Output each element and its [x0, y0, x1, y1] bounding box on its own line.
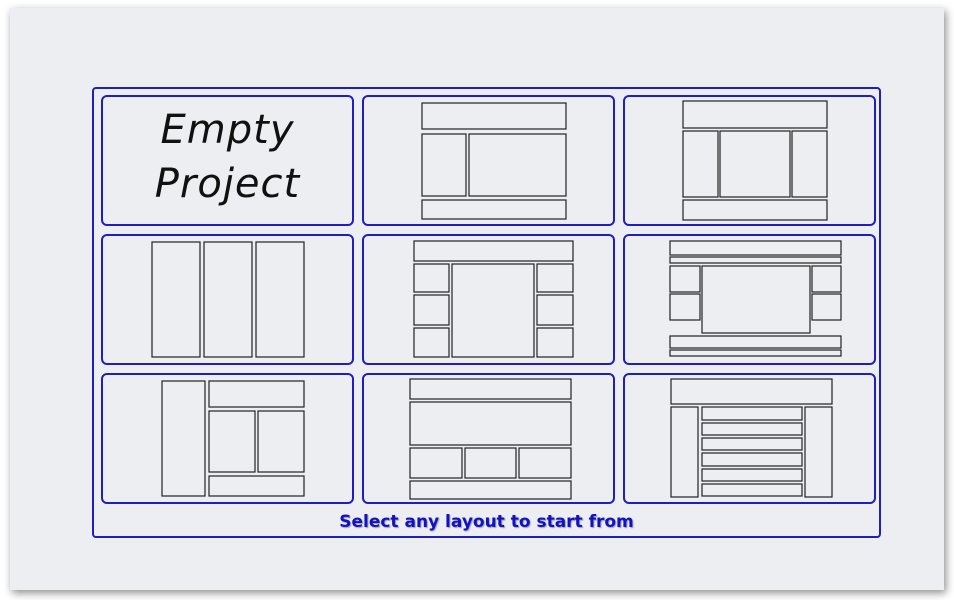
layout-region — [409, 480, 572, 500]
layout-three-columns[interactable] — [101, 234, 354, 365]
layout-region — [468, 133, 567, 197]
layout-region — [701, 406, 803, 421]
layout-region — [536, 263, 574, 293]
layout-region — [421, 102, 567, 130]
layout-header-content-with-side-boxes[interactable] — [362, 234, 615, 365]
layout-empty-project[interactable]: Empty Project — [101, 95, 354, 226]
layout-thumbnail — [413, 240, 574, 358]
layout-region — [701, 468, 803, 482]
layout-thumbnail — [682, 100, 828, 221]
layout-region — [670, 378, 833, 405]
layout-region — [208, 410, 256, 473]
layout-thumbnail — [669, 240, 842, 357]
layout-region — [208, 380, 305, 408]
layout-region — [257, 410, 305, 473]
layout-region — [413, 294, 450, 326]
layout-header-sidebar-content-footer[interactable] — [362, 95, 615, 226]
layout-region — [518, 447, 572, 479]
layout-region — [669, 335, 842, 349]
layout-region — [669, 256, 842, 264]
layout-region — [669, 293, 701, 321]
layout-region — [682, 100, 828, 129]
layout-region — [409, 447, 463, 479]
layout-thumbnail — [670, 378, 833, 498]
layout-region — [791, 130, 828, 198]
layout-header-banner-three-boxes-footer[interactable] — [362, 373, 615, 504]
layout-sidebar-header-two-columns-footer[interactable] — [101, 373, 354, 504]
layout-thumbnail — [421, 102, 567, 220]
layout-region — [451, 263, 535, 358]
layout-region — [409, 401, 572, 446]
layout-region — [701, 452, 803, 467]
layout-thumbnail — [151, 241, 305, 358]
layout-region — [701, 265, 811, 334]
layout-header-three-columns-footer[interactable] — [623, 95, 876, 226]
layout-region — [669, 265, 701, 293]
layout-region — [255, 241, 305, 358]
layout-region — [701, 483, 803, 497]
layout-region — [536, 327, 574, 358]
layout-region — [161, 380, 206, 497]
layout-region — [811, 293, 842, 321]
layout-double-header-content-side-boxes-double-footer[interactable] — [623, 234, 876, 365]
layout-region — [682, 199, 828, 221]
layout-region — [670, 406, 699, 498]
empty-project-label: Empty Project — [103, 103, 352, 211]
layout-region — [682, 130, 719, 198]
layout-region — [409, 378, 572, 400]
layout-region — [413, 240, 574, 262]
layout-region — [804, 406, 833, 498]
empty-project-line1: Empty — [160, 107, 295, 153]
layout-region — [811, 265, 842, 293]
layout-region — [701, 437, 803, 451]
layout-region — [421, 133, 467, 197]
layout-region — [413, 327, 450, 358]
layout-picker: Empty Project Select any layout to start… — [92, 87, 881, 538]
layout-region — [669, 240, 842, 256]
layout-region — [208, 475, 305, 497]
layout-thumbnail — [409, 378, 572, 500]
layout-thumbnail — [161, 380, 305, 497]
picker-caption: Select any layout to start from — [339, 512, 634, 532]
layout-region — [421, 199, 567, 220]
layout-region — [203, 241, 253, 358]
layout-header-two-sidebars-stacked-rows[interactable] — [623, 373, 876, 504]
layout-region — [719, 130, 791, 198]
workspace-canvas: Empty Project Select any layout to start… — [10, 8, 944, 590]
layout-region — [464, 447, 517, 479]
layout-region — [701, 422, 803, 436]
layout-region — [536, 294, 574, 326]
layout-region — [151, 241, 201, 358]
empty-project-line2: Project — [154, 161, 301, 207]
layout-region — [413, 263, 450, 293]
layout-region — [669, 349, 842, 357]
